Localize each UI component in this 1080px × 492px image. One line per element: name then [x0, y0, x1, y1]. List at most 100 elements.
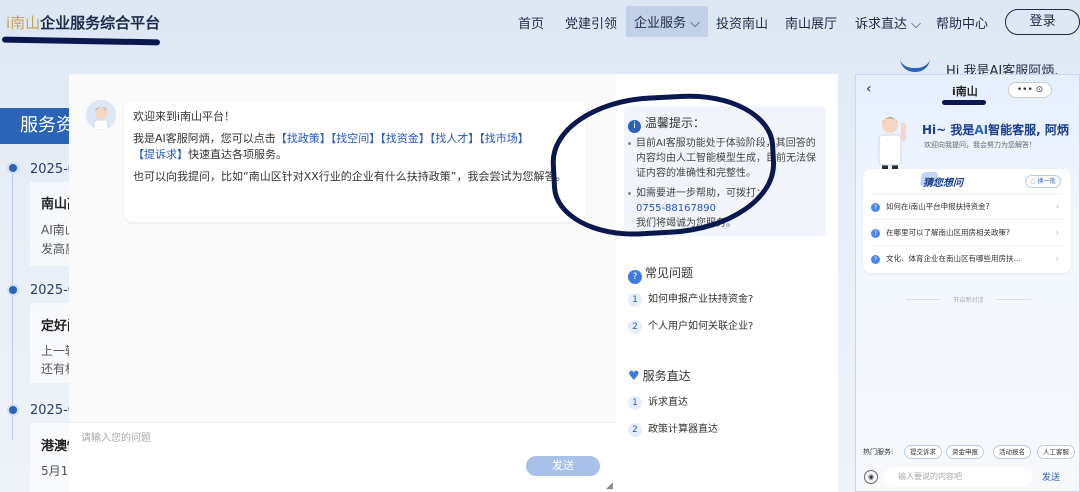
nav-home[interactable]: 首页	[518, 13, 544, 32]
chevron-right-icon: ›	[1056, 202, 1059, 211]
mobile-input[interactable]: 输入要说的内容吧	[884, 467, 1032, 487]
direct-title-text: 服务直达	[642, 369, 691, 383]
bg-news-card[interactable]	[30, 423, 70, 492]
hi-suffix: 智能客服, 阿炳	[988, 123, 1069, 137]
nav-gallery[interactable]: 南山展厅	[785, 13, 837, 32]
timeline-line	[12, 170, 13, 440]
chat-input[interactable]: 请输入您的问题	[81, 429, 151, 444]
bg-news-line: 上一轮	[41, 344, 71, 358]
bg-news-line: 发高质	[41, 242, 71, 256]
direct-num: 2	[628, 423, 642, 437]
nav-party[interactable]: 党建引领	[565, 13, 617, 32]
top-navbar: i南山企业服务综合平台 首页 党建引领 企业服务 ⌵ 投资南山 南山展厅 诉求直…	[0, 0, 1080, 46]
new-chat-divider[interactable]: 开启新对话	[906, 295, 1031, 304]
link-market[interactable]: 【找市场】	[479, 132, 529, 145]
question-icon: ?	[871, 229, 880, 238]
faq-title: ? 常见问题	[628, 264, 693, 284]
hi-prefix: Hi~ 我是	[922, 123, 975, 137]
bg-news-title: 南山高	[41, 197, 71, 212]
mobile-ai-panel: ‹ i南山 ••• ⊙ Hi~ 我是AI智能客服, 阿炳 欢迎向我提问，我会努力…	[855, 74, 1080, 492]
faq-num: 2	[628, 320, 642, 334]
welcome-message: 欢迎来到i南山平台！ 我是AI客服阿炳，您可以点击【找政策】【找空间】【找资金】…	[124, 101, 586, 222]
link-funds[interactable]: 【找资金】	[380, 132, 430, 145]
faq-text: 个人用户如何关联企业?	[648, 321, 754, 332]
suggested-question[interactable]: ? 在哪里可以了解南山区用房相关政策? ›	[871, 219, 1063, 245]
hot-services: 热门服务: 提交诉求 资金申报 活动报名 人工客服	[856, 437, 1080, 463]
question-icon: ?	[871, 203, 880, 212]
link-space[interactable]: 【找空间】	[331, 132, 381, 145]
logo-prefix: i南山	[6, 14, 41, 32]
chip-event[interactable]: 活动报名	[993, 445, 1031, 459]
mobile-header: ‹ i南山 ••• ⊙	[856, 75, 1080, 105]
more-menu-icon[interactable]: ••• ⊙	[1008, 82, 1052, 98]
voice-icon[interactable]: ◉	[864, 470, 878, 484]
mobile-send-button[interactable]: 发送	[1042, 470, 1060, 483]
hot-label: 热门服务:	[863, 448, 894, 456]
direct-text: 政策计算器直达	[648, 424, 718, 435]
pen-scribble-underline	[942, 100, 986, 105]
link-policy[interactable]: 【找政策】	[276, 132, 331, 145]
ai-logo-icon	[900, 58, 930, 72]
question-text: 文化、体育企业在南山区有哪些用房扶...	[886, 254, 1021, 263]
faq-title-text: 常见问题	[645, 266, 694, 280]
login-button[interactable]: 登录	[1005, 9, 1080, 35]
bg-section-title: 服务资	[0, 108, 70, 144]
refresh-button[interactable]: ◌ 换一批	[1025, 175, 1061, 188]
hi-ai: AI	[974, 123, 989, 137]
chevron-down-icon: ⌵	[686, 16, 701, 31]
faq-item[interactable]: 2 个人用户如何关联企业?	[628, 317, 753, 334]
direct-title: ♥ 服务直达	[628, 367, 691, 384]
chip-human-agent[interactable]: 人工客服	[1037, 445, 1075, 459]
direct-item[interactable]: 2 政策计算器直达	[628, 420, 718, 437]
mobile-greeting: Hi~ 我是AI智能客服, 阿炳	[922, 121, 1069, 138]
nav-enterprise-services[interactable]: 企业服务 ⌵	[626, 6, 709, 37]
timeline-dot	[9, 286, 17, 294]
timeline-dot	[9, 406, 17, 414]
bg-news-line: 还有机	[41, 362, 71, 376]
timeline-dot	[9, 164, 17, 172]
question-text: 如何在i南山平台申报扶持资金?	[886, 202, 990, 211]
nav-appeals[interactable]: 诉求直达 ⌵	[855, 13, 921, 32]
chip-funding[interactable]: 资金申报	[946, 445, 984, 459]
bg-news-title: 港澳慢	[41, 439, 71, 454]
chat-area: 欢迎来到i南山平台！ 我是AI客服阿炳，您可以点击【找政策】【找空间】【找资金】…	[69, 74, 616, 422]
link-appeal[interactable]: 【提诉求】	[133, 148, 188, 161]
bg-news-title: 定好间	[41, 319, 71, 334]
faq-num: 1	[628, 293, 642, 307]
ai-avatar	[86, 100, 116, 130]
nav-appeals-label: 诉求直达	[855, 17, 908, 32]
mobile-title: i南山	[952, 85, 978, 98]
site-logo[interactable]: i南山企业服务综合平台	[6, 12, 160, 33]
chat-input-area[interactable]: 请输入您的问题 发送 ◢	[69, 422, 616, 492]
chevron-right-icon: ›	[1056, 254, 1059, 263]
suggested-title: 猜您想问	[923, 178, 963, 189]
heart-icon: ♥	[628, 369, 640, 384]
direct-text: 诉求直达	[648, 397, 688, 408]
question-icon: ?	[628, 270, 642, 284]
send-button[interactable]: 发送	[526, 456, 600, 476]
bg-news-line: 5月17	[41, 464, 71, 478]
pen-scribble-underline	[1, 36, 161, 46]
link-talent[interactable]: 【找人才】	[430, 132, 480, 145]
nav-help[interactable]: 帮助中心	[936, 13, 988, 32]
direct-num: 1	[628, 396, 642, 410]
bg-news-line: AI南山	[41, 223, 71, 237]
chevron-right-icon: ›	[1056, 228, 1059, 237]
faq-text: 如何申报产业扶持资金?	[648, 294, 754, 305]
greeting-text: 欢迎来到i南山平台！	[133, 110, 236, 123]
nav-enterprise-services-label: 企业服务	[634, 16, 687, 31]
intro-text: 我是AI客服阿炳，您可以点击【找政策】【找空间】【找资金】【找人才】【找市场】【…	[133, 131, 577, 163]
faq-item[interactable]: 1 如何申报产业扶持资金?	[628, 290, 753, 307]
resize-handle-icon[interactable]: ◢	[606, 481, 613, 491]
intro-prefix: 我是AI客服阿炳，您可以点击	[133, 132, 276, 145]
direct-item[interactable]: 1 诉求直达	[628, 393, 688, 410]
nav-invest[interactable]: 投资南山	[716, 13, 768, 32]
suggested-questions: 猜您想问 ◌ 换一批 ? 如何在i南山平台申报扶持资金? › ? 在哪里可以了解南山区…	[863, 169, 1071, 273]
suggested-question[interactable]: ? 如何在i南山平台申报扶持资金? ›	[871, 193, 1063, 219]
mobile-subtitle: 欢迎向我提问，我会努力为您解答！	[924, 141, 1036, 149]
chip-submit-appeal[interactable]: 提交诉求	[904, 445, 942, 459]
suggested-question[interactable]: ? 文化、体育企业在南山区有哪些用房扶... ›	[871, 245, 1063, 271]
mobile-input-bar: ◉ 输入要说的内容吧 发送	[862, 467, 1075, 489]
back-icon[interactable]: ‹	[866, 81, 872, 97]
hint-text: 也可以向我提问，比如“南山区针对XX行业的企业有什么扶持政策”，我会尝试为您解答…	[133, 170, 567, 183]
